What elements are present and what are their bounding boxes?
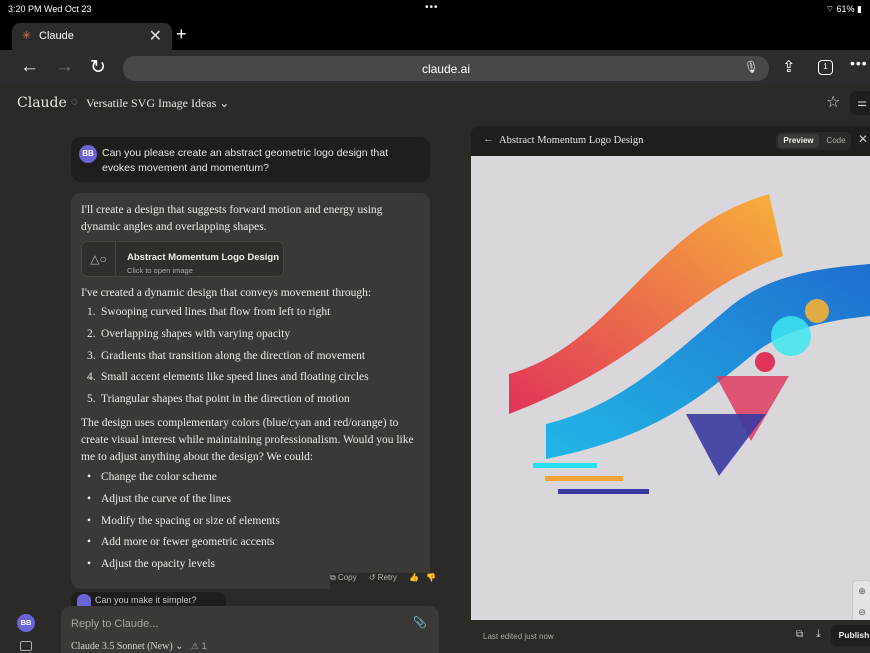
url-field[interactable]: claude.ai 🎙 <box>123 56 769 81</box>
new-tab-button[interactable]: + <box>176 24 187 45</box>
claude-favicon-icon: ✳ <box>22 30 32 42</box>
browser-tab[interactable]: ✳ Claude ✕ <box>12 23 172 50</box>
list-item: 2. Overlapping shapes with varying opacit… <box>87 327 291 340</box>
forward-arrow-icon[interactable]: → <box>55 56 74 78</box>
profile-avatar[interactable]: BB <box>17 614 35 632</box>
list-item: 1. Swooping curved lines that flow from l… <box>87 306 331 318</box>
microphone-icon[interactable]: 🎙 <box>744 60 759 74</box>
copy-button[interactable]: ⧉ Copy <box>330 573 362 582</box>
tab-preview[interactable]: Preview <box>778 134 819 148</box>
copy-icon[interactable]: ⧉ <box>796 629 803 640</box>
artifact-panel-footer: Last edited just now ⧉ ⤓ Publish <box>471 620 870 653</box>
artifact-preview-canvas: ⊕ ⊖ ⤢ <box>471 156 870 620</box>
app-header: Claude ◌ Versatile SVG Image Ideas ⌄ ☆ ⚌ <box>0 86 870 120</box>
reply-summary: The design uses complementary colors (bl… <box>81 417 414 463</box>
last-edited-text: Last edited just now <box>483 632 554 641</box>
battery-level: 61% <box>836 4 855 14</box>
assistant-reply: I'll create a design that suggests forwa… <box>71 193 430 589</box>
list-item: • Add more or fewer geometric accents <box>87 536 275 549</box>
message-actions: ⧉ Copy ↺ Retry 👍 👎 <box>330 573 442 591</box>
download-icon[interactable]: ⤓ <box>816 628 821 641</box>
back-arrow-icon[interactable]: ← <box>483 133 494 145</box>
reply-input[interactable]: Reply to Claude... <box>71 618 158 630</box>
list-item: • Adjust the curve of the lines <box>87 492 231 505</box>
battery-indicator: ⌔ 61% ▮ <box>825 4 862 14</box>
user-avatar <box>77 594 91 606</box>
share-icon[interactable]: ⇪ <box>782 57 795 77</box>
orange-speed-line <box>545 476 623 481</box>
status-bar: 3:20 PM Wed Oct 23 ••• ⌔ 61% ▮ <box>0 0 870 18</box>
reply-composer: Reply to Claude... 📎 Claude 3.5 Sonnet (… <box>61 606 439 653</box>
momentum-logo-image <box>509 194 870 494</box>
list-item: 3. Gradients that transition along the di… <box>87 349 366 362</box>
user-message-text: Can you make it simpler? <box>95 595 197 605</box>
cyan-speed-line <box>533 463 597 468</box>
artifact-card[interactable]: △○ Abstract Momentum Logo Design Click t… <box>81 241 284 277</box>
more-menu-icon[interactable]: ••• <box>850 55 868 71</box>
zoom-out-icon[interactable]: ⊖ <box>853 602 870 620</box>
artifact-card-subtitle: Click to open image <box>127 266 193 275</box>
retry-button[interactable]: ↺ Retry <box>369 573 402 582</box>
multitask-dots[interactable]: ••• <box>425 2 439 13</box>
address-bar: ← → ↻ claude.ai 🎙 ⇪ 1 ••• <box>0 50 870 86</box>
magenta-circle <box>755 352 775 372</box>
chat-bubble-icon: ◌ <box>71 96 78 108</box>
claude-logo[interactable]: Claude <box>17 95 67 111</box>
list-item: • Modify the spacing or size of elements <box>87 514 280 527</box>
yellow-circle <box>805 299 829 323</box>
list-item: 4. Small accent elements like speed lines… <box>87 371 369 384</box>
options-list: • Change the color scheme • Adjust the cur… <box>81 469 421 578</box>
sidebar-toggle-icon[interactable] <box>20 641 32 651</box>
attachment-count[interactable]: ⚠ 1 <box>191 641 207 652</box>
user-message: BB Can you please create an abstract geo… <box>71 137 430 182</box>
shapes-icon: △○ <box>82 242 116 276</box>
zoom-controls: ⊕ ⊖ ⤢ <box>852 580 870 620</box>
star-icon[interactable]: ☆ <box>826 92 840 112</box>
publish-button[interactable]: Publish <box>831 625 870 646</box>
cyan-circle <box>771 316 811 356</box>
zoom-in-icon[interactable]: ⊕ <box>853 581 870 602</box>
thumbs-up-icon[interactable]: 👍 <box>409 573 419 582</box>
list-item: • Change the color scheme <box>87 471 217 483</box>
model-selector[interactable]: Claude 3.5 Sonnet (New) ⌄ <box>71 641 184 652</box>
tab-count-button[interactable]: 1 <box>818 60 833 75</box>
points-list: 1. Swooping curved lines that flow from l… <box>81 304 421 413</box>
artifact-panel-header: ← Abstract Momentum Logo Design Preview … <box>471 126 870 156</box>
artifact-panel-title: Abstract Momentum Logo Design <box>499 135 644 146</box>
user-avatar: BB <box>79 145 97 163</box>
indigo-speed-line <box>558 489 649 494</box>
tab-close-icon[interactable]: ✕ <box>149 26 162 46</box>
url-text: claude.ai <box>421 62 471 76</box>
close-icon[interactable]: ✕ <box>858 132 868 146</box>
paperclip-icon[interactable]: 📎 <box>413 616 427 629</box>
status-time: 3:20 PM Wed Oct 23 <box>8 4 92 14</box>
settings-sliders-icon[interactable]: ⚌ <box>850 91 870 115</box>
browser-tab-bar: ✳ Claude ✕ + <box>0 18 870 50</box>
chat-title-dropdown[interactable]: Versatile SVG Image Ideas ⌄ <box>86 96 229 111</box>
reply-lead: I've created a dynamic design that conve… <box>81 287 372 299</box>
reply-intro: I'll create a design that suggests forwa… <box>81 204 383 233</box>
user-message-text: Can you please create an abstract geomet… <box>102 147 389 174</box>
back-arrow-icon[interactable]: ← <box>20 56 39 78</box>
tab-title: Claude <box>39 30 74 42</box>
view-toggle: Preview Code <box>776 132 851 150</box>
user-message: Can you make it simpler? <box>71 592 226 606</box>
list-item: 5. Triangular shapes that point in the di… <box>87 393 350 406</box>
artifact-panel: ← Abstract Momentum Logo Design Preview … <box>471 126 870 653</box>
thumbs-down-icon[interactable]: 👎 <box>426 573 436 582</box>
reload-icon[interactable]: ↻ <box>90 56 106 79</box>
indigo-triangle <box>686 414 766 476</box>
tab-code[interactable]: Code <box>823 134 849 148</box>
